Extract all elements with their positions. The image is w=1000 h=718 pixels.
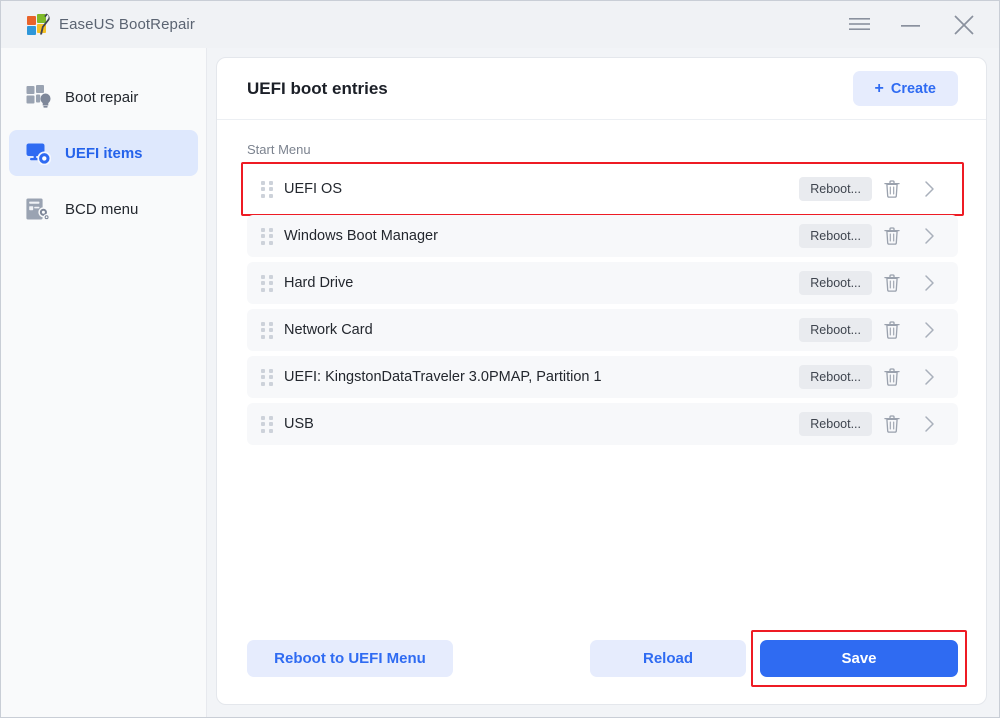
save-button[interactable]: Save [760, 640, 958, 677]
app-window: EaseUS BootRepair [0, 0, 1000, 718]
sidebar: Boot repair UEFI items [1, 48, 207, 717]
create-button-label: Create [891, 81, 936, 97]
chevron-right-icon[interactable] [912, 268, 946, 298]
chevron-right-icon[interactable] [912, 409, 946, 439]
uefi-panel: UEFI boot entries + Create Start Menu UE… [216, 57, 987, 705]
sidebar-item-label: UEFI items [65, 145, 143, 162]
drag-handle-icon[interactable] [261, 181, 273, 198]
main-content-area: UEFI boot entries + Create Start Menu UE… [207, 48, 999, 717]
entry-actions: Reboot... [799, 221, 946, 251]
entry-actions: Reboot... [799, 315, 946, 345]
reboot-entry-button[interactable]: Reboot... [799, 412, 872, 436]
trash-icon[interactable] [872, 221, 912, 251]
chevron-right-icon[interactable] [912, 362, 946, 392]
reload-button[interactable]: Reload [590, 640, 746, 677]
chevron-right-icon[interactable] [912, 174, 946, 204]
window-controls [831, 1, 995, 48]
wrench-icon [38, 13, 50, 35]
reboot-entry-button[interactable]: Reboot... [799, 177, 872, 201]
reboot-entry-button[interactable]: Reboot... [799, 271, 872, 295]
entry-name: USB [284, 416, 314, 432]
boot-repair-icon [25, 84, 51, 110]
reboot-entry-button[interactable]: Reboot... [799, 365, 872, 389]
entry-name: UEFI: KingstonDataTraveler 3.0PMAP, Part… [284, 369, 602, 385]
trash-icon[interactable] [872, 174, 912, 204]
window-body: Boot repair UEFI items [1, 48, 999, 717]
table-row[interactable]: Network Card Reboot... [247, 309, 958, 351]
app-title: EaseUS BootRepair [59, 16, 195, 33]
table-row[interactable]: Hard Drive Reboot... [247, 262, 958, 304]
table-row[interactable]: USB Reboot... [247, 403, 958, 445]
entry-actions: Reboot... [799, 268, 946, 298]
sidebar-item-label: Boot repair [65, 89, 138, 106]
sidebar-item-uefi-items[interactable]: UEFI items [9, 130, 198, 176]
title-bar: EaseUS BootRepair [1, 1, 999, 48]
uefi-items-icon [25, 140, 51, 166]
drag-handle-icon[interactable] [261, 369, 273, 386]
chevron-right-icon[interactable] [912, 221, 946, 251]
sidebar-item-boot-repair[interactable]: Boot repair [9, 74, 198, 120]
start-menu-group-label: Start Menu [247, 142, 958, 157]
hamburger-menu-icon[interactable] [831, 1, 887, 48]
entry-actions: Reboot... [799, 174, 946, 204]
close-icon[interactable] [933, 1, 995, 48]
entry-name: Windows Boot Manager [284, 228, 438, 244]
reboot-entry-button[interactable]: Reboot... [799, 318, 872, 342]
reboot-entry-button[interactable]: Reboot... [799, 224, 872, 248]
sidebar-item-bcd-menu[interactable]: BCD menu [9, 186, 198, 232]
sidebar-item-label: BCD menu [65, 201, 138, 218]
panel-body: Start Menu UEFI OSReboot...Windows Boot … [217, 120, 986, 612]
table-row[interactable]: UEFI: KingstonDataTraveler 3.0PMAP, Part… [247, 356, 958, 398]
drag-handle-icon[interactable] [261, 416, 273, 433]
table-row[interactable]: Windows Boot Manager Reboot... [247, 215, 958, 257]
trash-icon[interactable] [872, 268, 912, 298]
drag-handle-icon[interactable] [261, 228, 273, 245]
entry-name: Hard Drive [284, 275, 353, 291]
plus-icon: + [875, 81, 884, 97]
chevron-right-icon[interactable] [912, 315, 946, 345]
trash-icon[interactable] [872, 409, 912, 439]
reboot-to-uefi-menu-button[interactable]: Reboot to UEFI Menu [247, 640, 453, 677]
panel-footer: Reboot to UEFI Menu Reload Save [217, 612, 986, 704]
panel-header: UEFI boot entries + Create [217, 58, 986, 120]
entry-name: Network Card [284, 322, 373, 338]
page-title: UEFI boot entries [247, 79, 388, 99]
minimize-icon[interactable] [887, 1, 933, 48]
uefi-entry-list: UEFI OS Reboot... Windows Boot Manager Rebo… [247, 168, 958, 445]
trash-icon[interactable] [872, 315, 912, 345]
table-row[interactable]: UEFI OS Reboot... [247, 168, 958, 210]
save-button-wrapper: Save [760, 640, 958, 677]
trash-icon[interactable] [872, 362, 912, 392]
bcd-menu-icon [25, 196, 51, 222]
create-button[interactable]: + Create [853, 71, 958, 106]
entry-actions: Reboot... [799, 409, 946, 439]
easeus-bootrepair-logo-icon [27, 14, 49, 36]
entry-actions: Reboot... [799, 362, 946, 392]
entry-name: UEFI OS [284, 181, 342, 197]
footer-right-actions: Reload Save [590, 640, 958, 677]
drag-handle-icon[interactable] [261, 275, 273, 292]
drag-handle-icon[interactable] [261, 322, 273, 339]
